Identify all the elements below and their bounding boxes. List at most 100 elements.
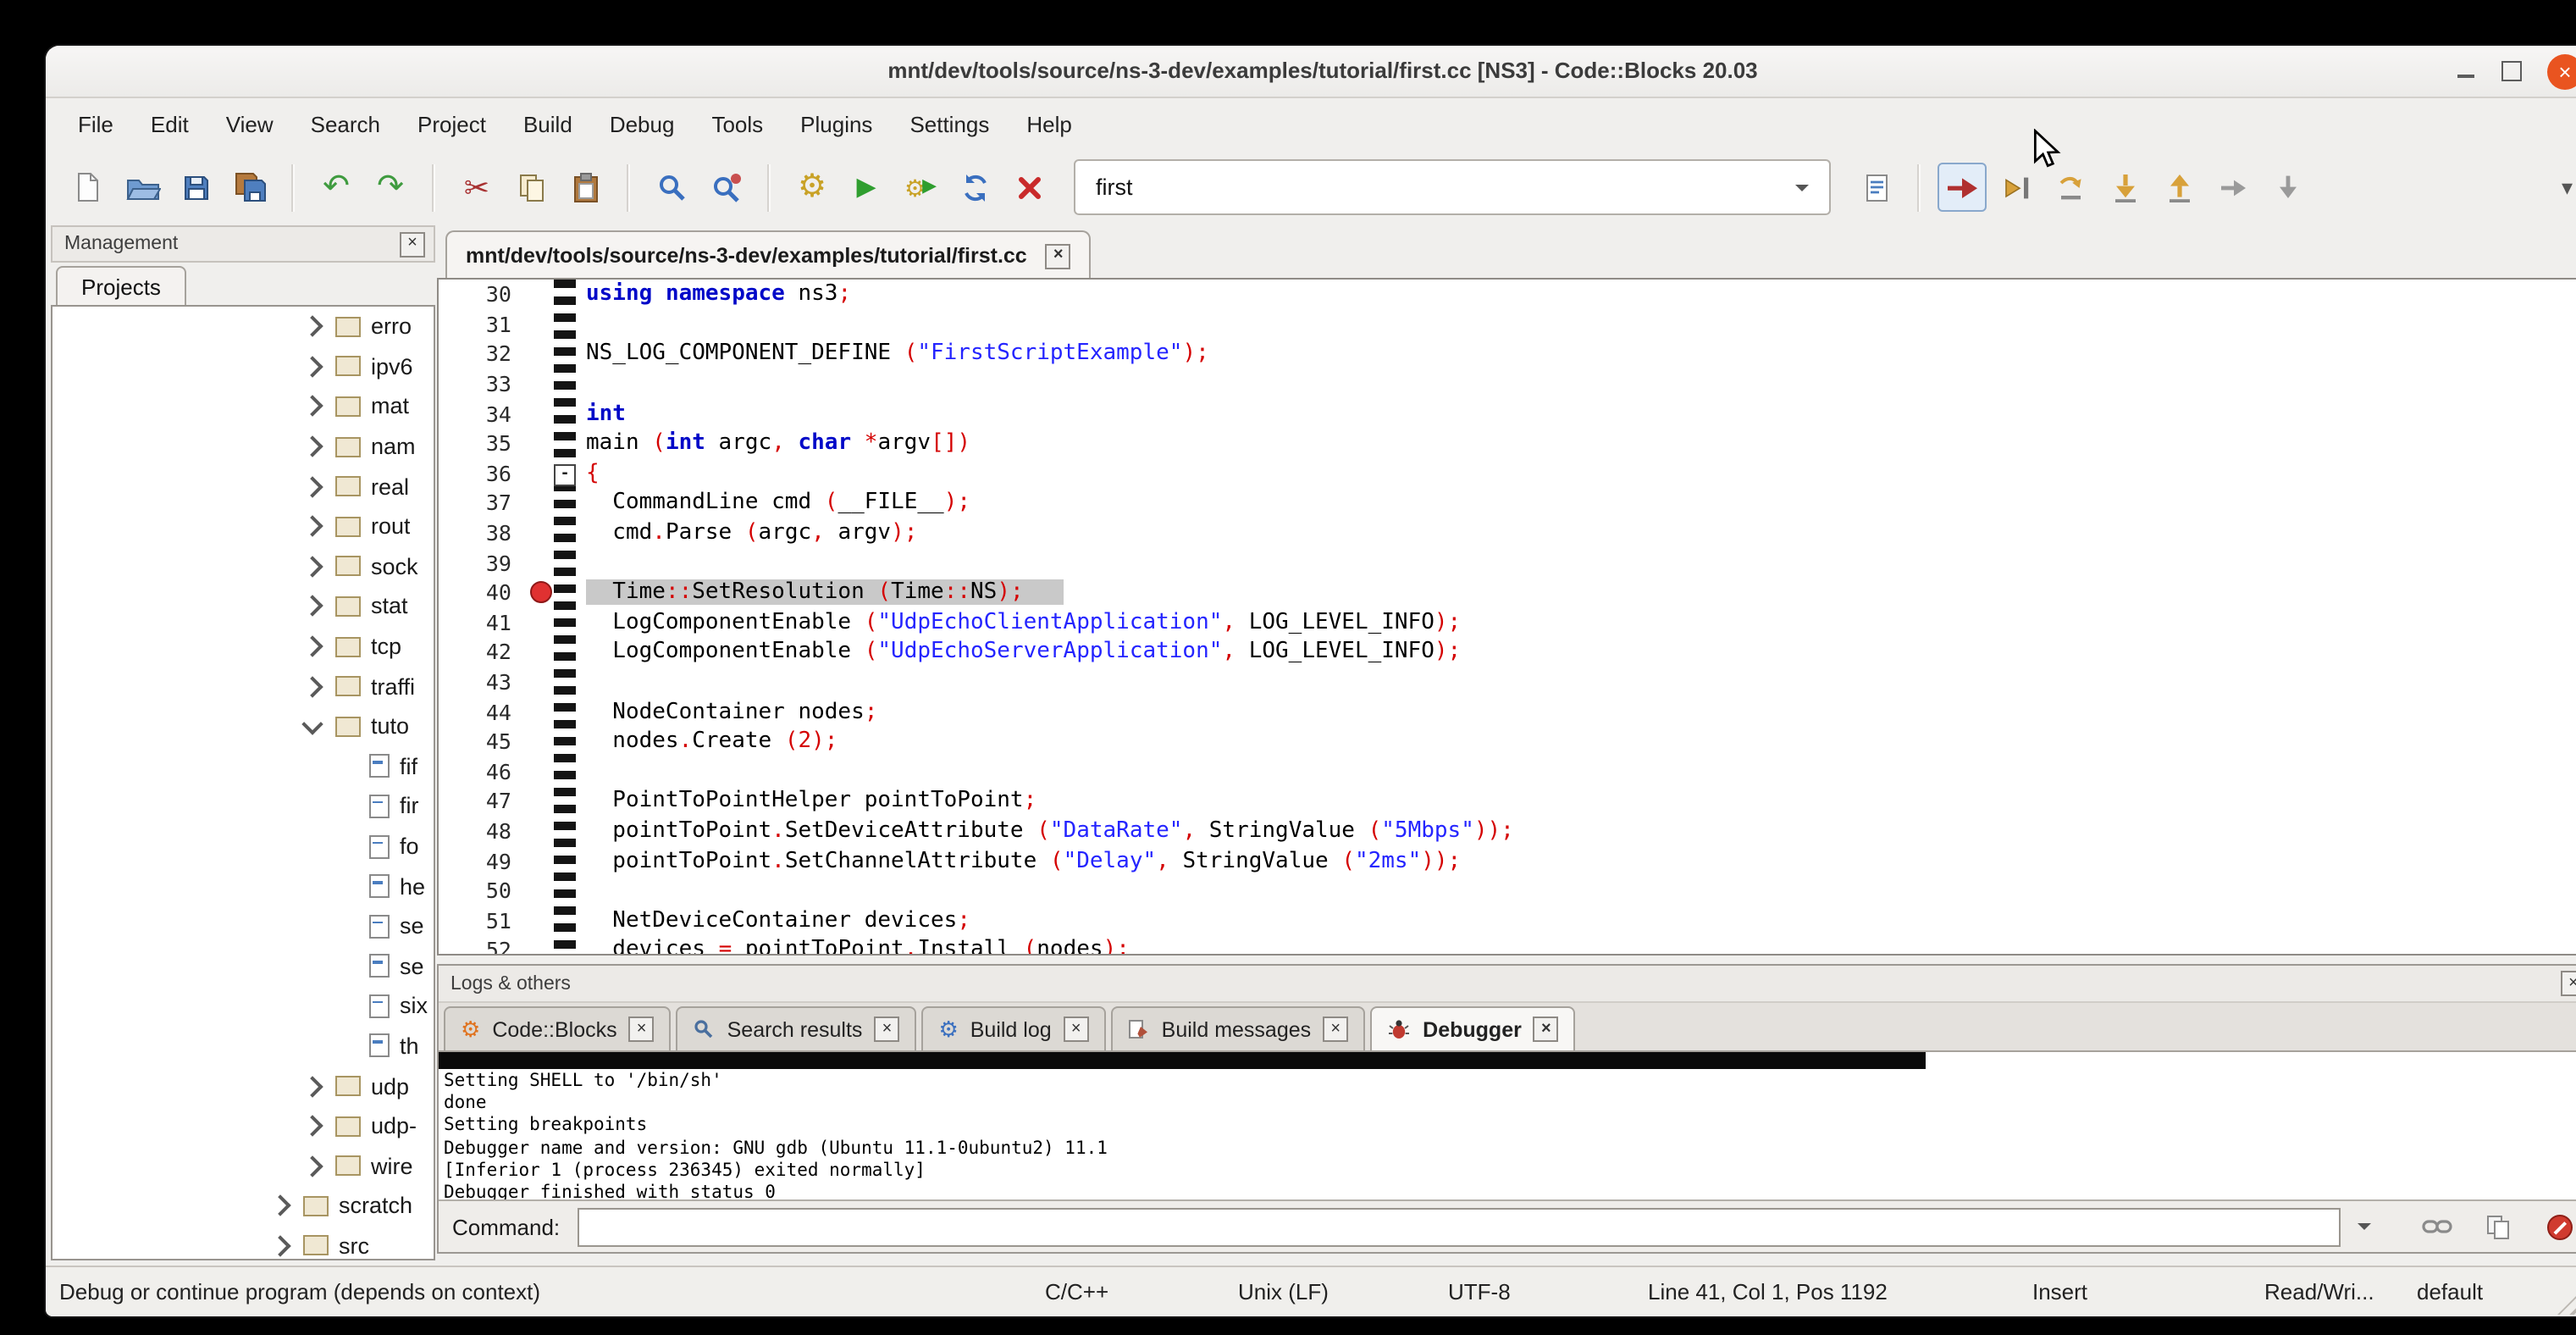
fold-margin[interactable] bbox=[554, 697, 583, 727]
collapse-icon[interactable] bbox=[301, 713, 323, 734]
new-file-button[interactable] bbox=[63, 163, 112, 212]
chevron-down-icon[interactable] bbox=[1795, 185, 1809, 198]
menu-view[interactable]: View bbox=[207, 102, 292, 145]
command-input[interactable] bbox=[577, 1207, 2341, 1246]
menu-plugins[interactable]: Plugins bbox=[782, 102, 891, 145]
breakpoint-margin[interactable] bbox=[527, 607, 554, 637]
expand-icon[interactable] bbox=[269, 1235, 290, 1256]
breakpoint-margin[interactable] bbox=[527, 369, 554, 399]
breakpoint-icon[interactable] bbox=[529, 581, 551, 603]
fold-margin[interactable] bbox=[554, 280, 583, 309]
breakpoint-margin[interactable] bbox=[527, 548, 554, 578]
code-line-37[interactable]: 37 CommandLine cmd (__FILE__); bbox=[439, 488, 2576, 518]
tab-projects[interactable]: Projects bbox=[56, 266, 186, 307]
run-to-cursor-button[interactable] bbox=[1992, 163, 2041, 212]
line-number[interactable]: 31 bbox=[439, 312, 527, 337]
logs-tab-build-messages[interactable]: Build messages bbox=[1111, 1006, 1366, 1050]
command-history-dropdown-button[interactable] bbox=[2349, 1206, 2380, 1247]
tree-item[interactable]: th bbox=[53, 1026, 434, 1066]
next-line-button[interactable] bbox=[2046, 163, 2095, 212]
toolbar-overflow-button[interactable]: ▾ bbox=[2551, 167, 2576, 208]
expand-icon[interactable] bbox=[301, 556, 323, 577]
fold-margin[interactable] bbox=[554, 429, 583, 458]
line-number[interactable]: 46 bbox=[439, 759, 527, 784]
line-number[interactable]: 32 bbox=[439, 341, 527, 367]
fold-margin[interactable] bbox=[554, 518, 583, 548]
undo-button[interactable]: ↶ bbox=[312, 163, 361, 212]
find-in-files-button[interactable] bbox=[701, 163, 750, 212]
code-line-52[interactable]: 52 devices = pointToPoint.Install (nodes… bbox=[439, 935, 2576, 956]
tree-item[interactable]: rout bbox=[53, 507, 434, 546]
line-number[interactable]: 45 bbox=[439, 728, 527, 754]
menu-file[interactable]: File bbox=[59, 102, 132, 145]
fold-margin[interactable] bbox=[554, 309, 583, 339]
next-instruction-button[interactable] bbox=[2208, 163, 2258, 212]
logs-close-icon[interactable] bbox=[2561, 971, 2576, 996]
code-line-45[interactable]: 45 nodes.Create (2); bbox=[439, 727, 2576, 756]
fold-margin[interactable] bbox=[554, 488, 583, 518]
tree-item[interactable]: se bbox=[53, 906, 434, 946]
fold-margin[interactable] bbox=[554, 667, 583, 696]
breakpoint-margin[interactable] bbox=[527, 727, 554, 756]
fold-margin[interactable] bbox=[554, 607, 583, 637]
code-line-33[interactable]: 33 bbox=[439, 369, 2576, 399]
expand-icon[interactable] bbox=[301, 435, 323, 457]
tree-item[interactable]: traffi bbox=[53, 667, 434, 706]
fold-margin[interactable] bbox=[554, 876, 583, 906]
debugger-log[interactable]: Setting SHELL to '/bin/sh'doneSetting br… bbox=[439, 1050, 2576, 1199]
expand-icon[interactable] bbox=[301, 676, 323, 697]
logs-tab-code-blocks[interactable]: ⚙Code::Blocks bbox=[444, 1006, 672, 1050]
breakpoint-margin[interactable] bbox=[527, 906, 554, 935]
line-number[interactable]: 36 bbox=[439, 461, 527, 486]
line-number[interactable]: 38 bbox=[439, 520, 527, 546]
expand-icon[interactable] bbox=[301, 1155, 323, 1177]
log-selected-line[interactable] bbox=[439, 1052, 1926, 1069]
step-into-instruction-button[interactable] bbox=[2263, 163, 2312, 212]
tree-item[interactable]: wire bbox=[53, 1146, 434, 1186]
line-number[interactable]: 33 bbox=[439, 371, 527, 396]
run-button[interactable]: ▶ bbox=[842, 163, 891, 212]
breakpoint-margin[interactable] bbox=[527, 756, 554, 786]
tab-close-icon[interactable] bbox=[1534, 1016, 1559, 1042]
expand-icon[interactable] bbox=[301, 476, 323, 497]
expand-icon[interactable] bbox=[301, 396, 323, 417]
document-tab-close-icon[interactable] bbox=[1046, 243, 1071, 269]
close-button[interactable]: × bbox=[2547, 53, 2576, 89]
tree-item[interactable]: scratch bbox=[53, 1186, 434, 1226]
copy-button[interactable] bbox=[506, 163, 556, 212]
fold-margin[interactable] bbox=[554, 339, 583, 368]
tree-item[interactable]: se bbox=[53, 946, 434, 986]
code-line-43[interactable]: 43 bbox=[439, 667, 2576, 696]
expand-icon[interactable] bbox=[301, 356, 323, 377]
title-bar[interactable]: mnt/dev/tools/source/ns-3-dev/examples/t… bbox=[46, 46, 2576, 98]
code-line-32[interactable]: 32NS_LOG_COMPONENT_DEFINE ("FirstScriptE… bbox=[439, 339, 2576, 368]
tree-item[interactable]: sock bbox=[53, 546, 434, 586]
expand-icon[interactable] bbox=[301, 1116, 323, 1137]
code-line-40[interactable]: 40 Time::SetResolution (Time::NS); bbox=[439, 578, 2576, 607]
logs-tab-debugger[interactable]: Debugger bbox=[1370, 1006, 1576, 1050]
breakpoint-margin[interactable] bbox=[527, 518, 554, 548]
project-tree[interactable]: erroipv6matnamrealroutsockstattcptraffit… bbox=[51, 305, 435, 1260]
line-number[interactable]: 35 bbox=[439, 431, 527, 457]
line-number[interactable]: 37 bbox=[439, 490, 527, 516]
menu-settings[interactable]: Settings bbox=[891, 102, 1008, 145]
tree-item[interactable]: src bbox=[53, 1226, 434, 1260]
fold-margin[interactable] bbox=[554, 935, 583, 956]
fold-margin[interactable] bbox=[554, 846, 583, 876]
tree-item[interactable]: tcp bbox=[53, 627, 434, 667]
fold-collapse-icon[interactable]: - bbox=[554, 463, 576, 485]
stop-debugger-button[interactable] bbox=[2539, 1206, 2576, 1247]
breakpoint-margin[interactable] bbox=[527, 429, 554, 458]
code-line-48[interactable]: 48 pointToPoint.SetDeviceAttribute ("Dat… bbox=[439, 816, 2576, 845]
logs-tab-search-results[interactable]: Search results bbox=[677, 1006, 917, 1050]
expand-icon[interactable] bbox=[301, 1075, 323, 1096]
menu-tools[interactable]: Tools bbox=[693, 102, 782, 145]
expand-icon[interactable] bbox=[269, 1195, 290, 1216]
minimize-button[interactable] bbox=[2456, 59, 2476, 83]
step-out-button[interactable] bbox=[2154, 163, 2203, 212]
breakpoint-margin[interactable] bbox=[527, 667, 554, 696]
code-line-31[interactable]: 31 bbox=[439, 309, 2576, 339]
code-line-34[interactable]: 34int bbox=[439, 399, 2576, 429]
breakpoint-margin[interactable] bbox=[527, 846, 554, 876]
fold-margin[interactable] bbox=[554, 578, 583, 607]
